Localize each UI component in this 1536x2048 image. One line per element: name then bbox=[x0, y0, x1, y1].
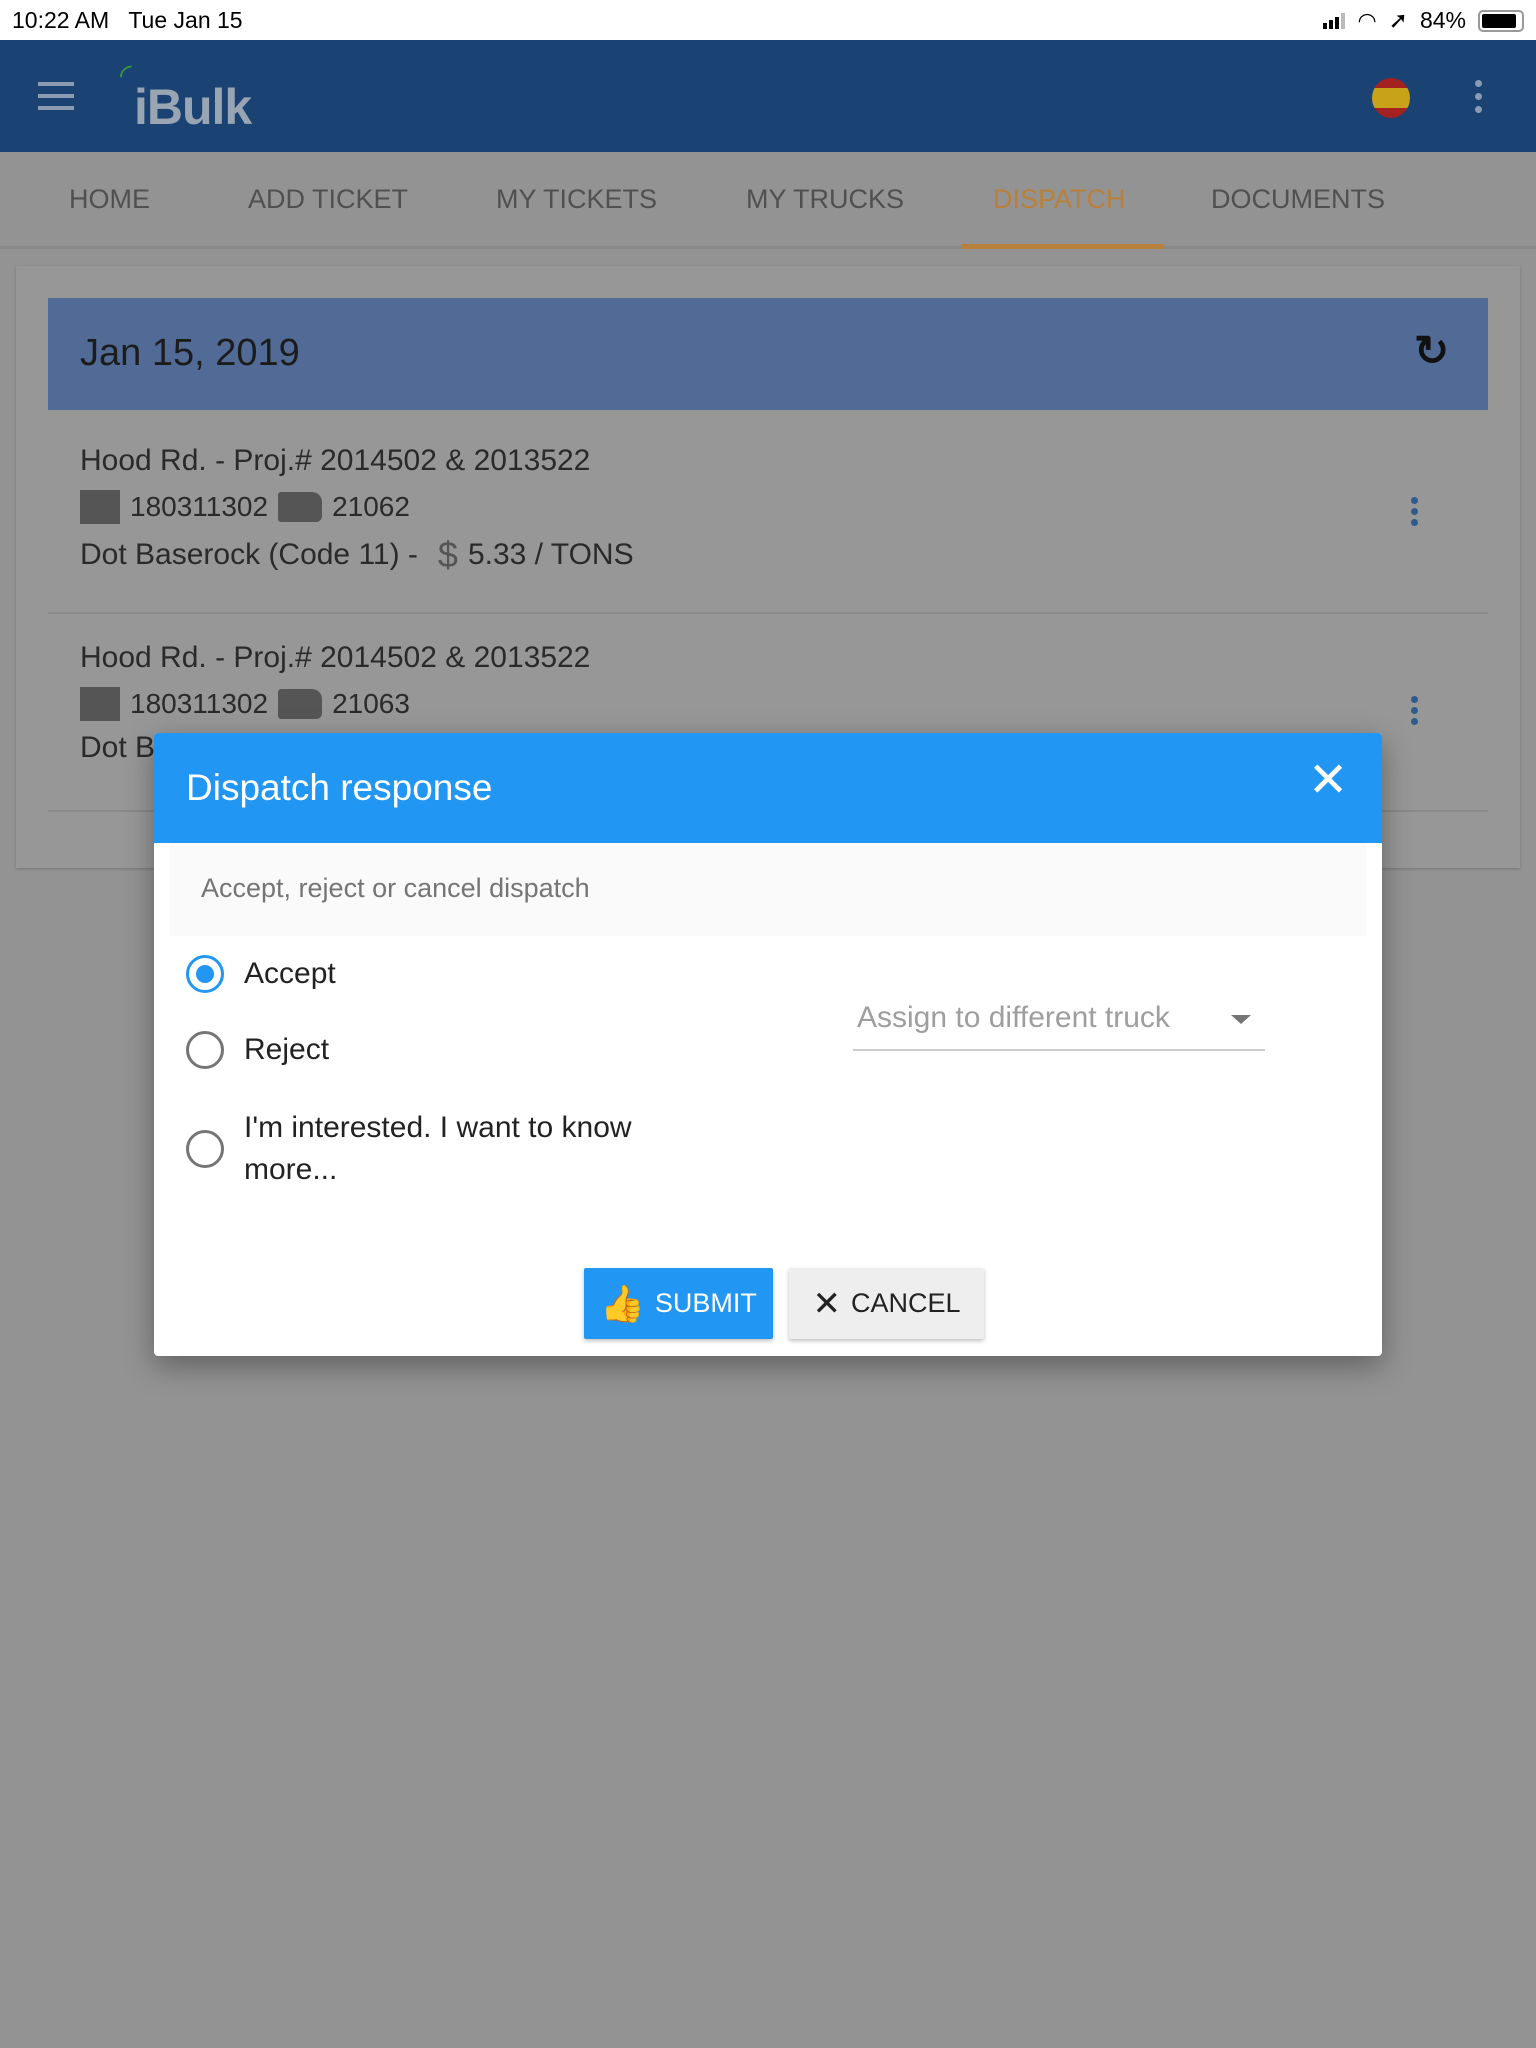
radio-unchecked-icon bbox=[186, 1130, 224, 1168]
signal-icon bbox=[1323, 12, 1346, 29]
radio-unchecked-icon bbox=[186, 1031, 224, 1069]
cancel-button[interactable]: ✕ CANCEL bbox=[789, 1268, 984, 1339]
status-time: 10:22 AM Tue Jan 15 bbox=[12, 7, 243, 33]
material: Dot B bbox=[80, 731, 156, 764]
dialog-header: Dispatch response ✕ bbox=[154, 733, 1382, 843]
dispatch-response-dialog: Dispatch response ✕ Accept, reject or ca… bbox=[154, 733, 1382, 1356]
item-title: Hood Rd. - Proj.# 2014502 & 2013522 bbox=[80, 641, 591, 674]
battery-percent: 84% bbox=[1419, 7, 1466, 33]
tab-documents[interactable]: DOCUMENTS bbox=[1211, 184, 1385, 215]
menu-icon[interactable] bbox=[38, 82, 74, 110]
building-icon bbox=[80, 687, 120, 721]
date-label: Jan 15, 2019 bbox=[80, 332, 300, 374]
dollar-icon: $ bbox=[437, 534, 458, 575]
dropdown-arrow-icon bbox=[1231, 1015, 1251, 1024]
radio-interested[interactable]: I'm interested. I want to know more... bbox=[186, 1107, 632, 1191]
logo-signal-icon: ◜ bbox=[120, 59, 132, 92]
item-menu-icon[interactable] bbox=[1409, 696, 1421, 729]
divider bbox=[48, 612, 1488, 614]
thumbs-up-icon: 👍 bbox=[600, 1282, 645, 1324]
building-icon bbox=[80, 490, 120, 524]
dialog-title: Dispatch response bbox=[186, 767, 493, 808]
truck-icon bbox=[278, 492, 323, 522]
item-title: Hood Rd. - Proj.# 2014502 & 2013522 bbox=[80, 444, 591, 477]
company-id: 180311302 bbox=[130, 688, 269, 719]
tab-dispatch[interactable]: DISPATCH bbox=[993, 184, 1126, 215]
close-icon: ✕ bbox=[812, 1284, 841, 1323]
nav-tabs: HOME ADD TICKET MY TICKETS MY TRUCKS DIS… bbox=[0, 152, 1536, 249]
date-header: Jan 15, 2019 ↻ bbox=[48, 298, 1488, 410]
truck-icon bbox=[278, 689, 323, 719]
tab-add-ticket[interactable]: ADD TICKET bbox=[248, 184, 408, 215]
truck-id: 21063 bbox=[332, 688, 410, 719]
radio-accept[interactable]: Accept bbox=[186, 955, 336, 993]
refresh-icon[interactable]: ↻ bbox=[1414, 326, 1449, 375]
material: Dot Baserock (Code 11) - bbox=[80, 538, 418, 571]
status-bar: 10:22 AM Tue Jan 15 ◠ ➚ 84% bbox=[0, 0, 1536, 40]
submit-button[interactable]: 👍 SUBMIT bbox=[584, 1268, 773, 1339]
wifi-icon: ◠ bbox=[1357, 7, 1377, 33]
list-item[interactable]: Hood Rd. - Proj.# 2014502 & 2013522 1803… bbox=[80, 444, 634, 576]
active-tab-indicator bbox=[961, 244, 1164, 249]
assign-truck-select[interactable]: Assign to different truck bbox=[853, 1001, 1265, 1051]
more-options-icon[interactable] bbox=[1475, 80, 1482, 113]
company-id: 180311302 bbox=[130, 491, 269, 522]
tab-my-tickets[interactable]: MY TICKETS bbox=[496, 184, 657, 215]
battery-icon bbox=[1478, 9, 1524, 32]
item-menu-icon[interactable] bbox=[1409, 497, 1421, 530]
radio-reject[interactable]: Reject bbox=[186, 1031, 329, 1069]
app-header: ◜ iBulk bbox=[0, 40, 1536, 152]
dialog-subtitle: Accept, reject or cancel dispatch bbox=[170, 843, 1366, 936]
radio-checked-icon bbox=[186, 955, 224, 993]
location-icon: ➚ bbox=[1388, 7, 1408, 33]
close-icon[interactable]: ✕ bbox=[1308, 757, 1348, 805]
truck-id: 21062 bbox=[332, 491, 410, 522]
price: 5.33 / TONS bbox=[467, 538, 634, 571]
tab-home[interactable]: HOME bbox=[69, 184, 150, 215]
language-flag-button[interactable] bbox=[1372, 78, 1410, 118]
tab-my-trucks[interactable]: MY TRUCKS bbox=[746, 184, 904, 215]
